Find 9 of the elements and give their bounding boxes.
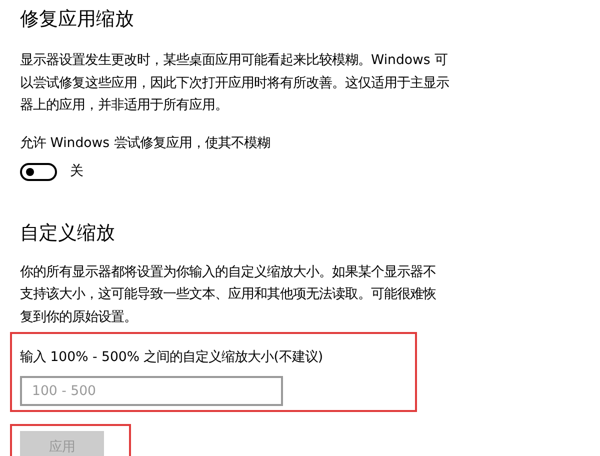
- section-title: 自定义缩放: [20, 220, 116, 246]
- section-title: 修复应用缩放: [20, 7, 135, 32]
- toggle-switch[interactable]: [20, 162, 57, 180]
- description-text: 你的所有显示器都将设置为你输入的自定义缩放大小。如果某个显示器不支持该大小，这可能导致一些文本、应用和其他项无法读取。可能很难恢复到你的原始设置。: [20, 264, 437, 326]
- description-text: 显示器设置发生更改时，某些桌面应用可能看起来比较模糊。Windows 可以尝试修复这些应用，因此下次打开应用时将有所改善。这仅适用于主显示器上的应用，并非适用于所有应用。: [20, 52, 450, 115]
- scale-input-field[interactable]: 100 - 500: [20, 376, 283, 406]
- input-label: 输入 100% - 500% 之间的自定义缩放大小(不建议): [20, 348, 324, 367]
- toggle-state-text: 关: [70, 162, 83, 180]
- toggle-label: 允许 Windows 尝试修复应用，使其不模糊: [20, 134, 270, 152]
